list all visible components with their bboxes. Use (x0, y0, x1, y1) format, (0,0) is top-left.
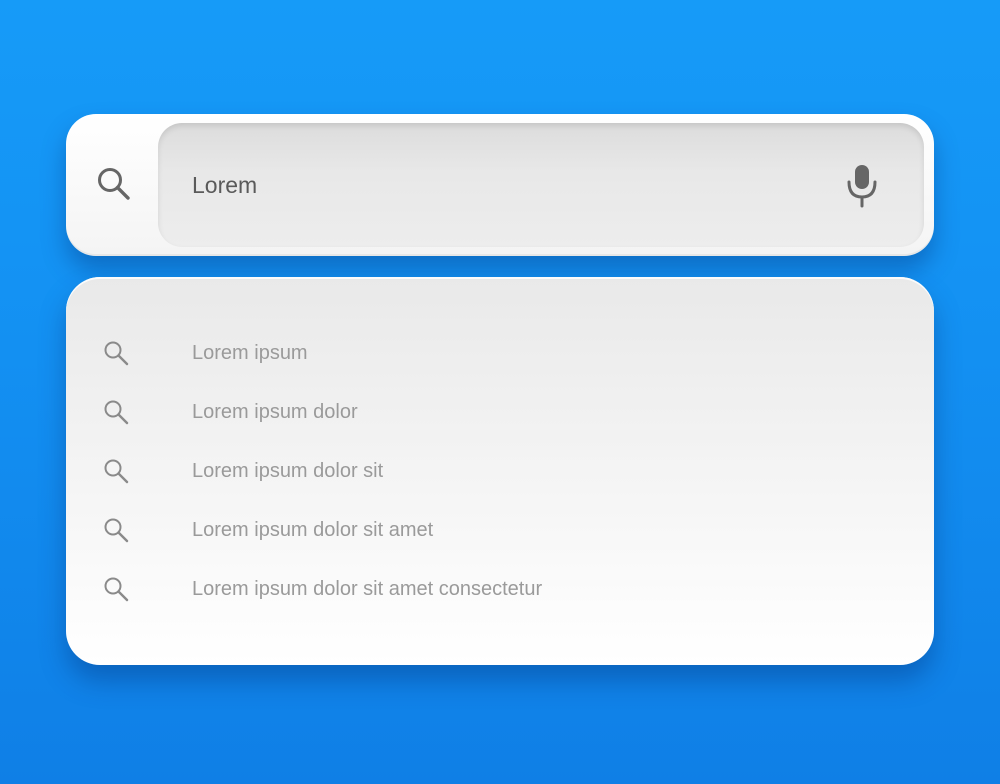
search-icon (102, 339, 130, 367)
suggestion-item[interactable]: Lorem ipsum dolor sit (66, 449, 934, 493)
search-bar: Lorem (66, 114, 934, 256)
search-icon (102, 457, 130, 485)
suggestion-label: Lorem ipsum dolor sit amet (192, 519, 434, 541)
suggestion-item[interactable]: Lorem ipsum dolor sit amet consectetur (66, 567, 934, 611)
search-query-text: Lorem (192, 172, 258, 198)
suggestion-label: Lorem ipsum dolor (192, 401, 358, 423)
search-icon[interactable] (94, 164, 134, 204)
suggestions-dropdown: Lorem ipsum Lorem ipsum dolor Lorem ipsu… (66, 277, 934, 665)
suggestion-item[interactable]: Lorem ipsum (66, 331, 934, 375)
search-input[interactable]: Lorem (158, 123, 924, 247)
search-icon (102, 398, 130, 426)
microphone-icon[interactable] (842, 163, 882, 209)
search-icon (102, 516, 130, 544)
suggestion-label: Lorem ipsum dolor sit amet consectetur (192, 578, 543, 600)
suggestion-item[interactable]: Lorem ipsum dolor (66, 390, 934, 434)
suggestion-item[interactable]: Lorem ipsum dolor sit amet (66, 508, 934, 552)
search-icon (102, 575, 130, 603)
suggestion-label: Lorem ipsum (192, 342, 308, 364)
suggestion-label: Lorem ipsum dolor sit (192, 460, 384, 482)
